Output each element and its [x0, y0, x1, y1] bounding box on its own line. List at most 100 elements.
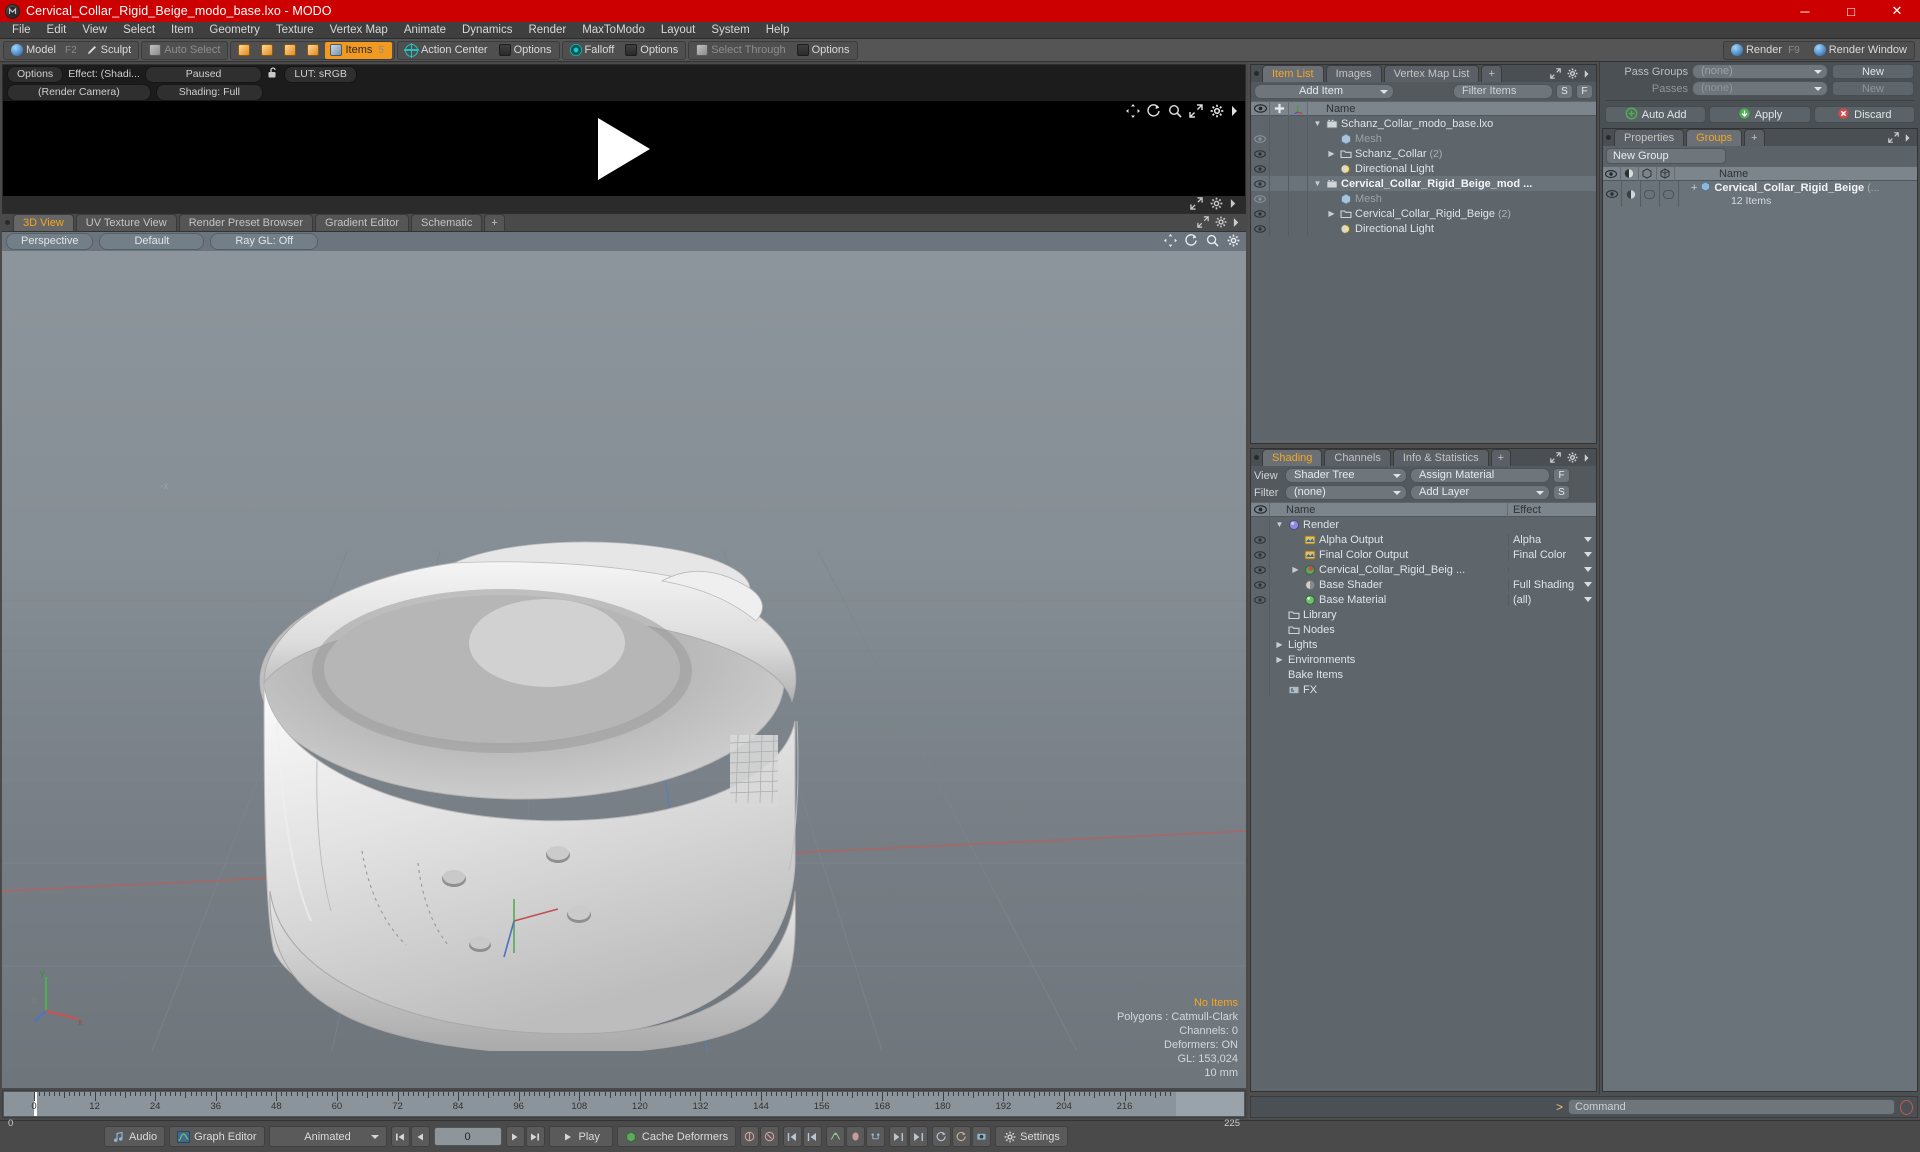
menu-item[interactable]: Item: [163, 22, 201, 39]
item-list-row[interactable]: ▼ Schanz_Collar_modo_base.lxo: [1251, 116, 1596, 131]
tab-add[interactable]: +: [484, 214, 505, 231]
menu-maxtomodo[interactable]: MaxToModo: [574, 22, 653, 39]
item-list-row[interactable]: Mesh: [1251, 191, 1596, 206]
shading-row-effect-cell[interactable]: Full Shading: [1507, 578, 1596, 591]
gear-icon-viewport[interactable]: [1227, 234, 1240, 250]
tab-item-list-add[interactable]: +: [1481, 65, 1502, 82]
render-camera-button[interactable]: (Render Camera): [7, 83, 151, 101]
item-list-lock-cell[interactable]: [1270, 206, 1289, 221]
groups-rows[interactable]: + Cervical_Collar_Rigid_Beige (... 12 It…: [1602, 181, 1917, 1091]
discard-button[interactable]: Discard: [1813, 106, 1915, 123]
shader-tree-dropdown[interactable]: Shader Tree: [1285, 468, 1407, 483]
twisty-closed-icon[interactable]: ▶: [1326, 149, 1337, 158]
tab-channels[interactable]: Channels: [1324, 449, 1391, 466]
item-list-row[interactable]: Directional Light: [1251, 161, 1596, 176]
edges-mode-button[interactable]: [256, 42, 278, 59]
menu-animate[interactable]: Animate: [396, 22, 454, 39]
gear-icon-item-list[interactable]: [1567, 68, 1578, 82]
command-input[interactable]: Command: [1568, 1099, 1895, 1115]
fit-icon[interactable]: [1189, 104, 1203, 118]
item-list-lock-cell[interactable]: [1270, 191, 1289, 206]
item-list-lock-cell[interactable]: [1270, 221, 1289, 236]
group-expand-icon[interactable]: +: [1691, 182, 1697, 194]
chevron-down-icon[interactable]: [1583, 582, 1592, 587]
shading-panel-dot[interactable]: [1251, 449, 1262, 466]
group-row-shading-icon[interactable]: [1622, 181, 1641, 207]
item-list-axis-cell[interactable]: [1289, 206, 1308, 221]
render-button[interactable]: Render F9: [1726, 42, 1808, 59]
rotate-icon[interactable]: [1147, 104, 1161, 118]
shading-tree-row[interactable]: Nodes: [1251, 622, 1596, 637]
record-icon[interactable]: [1900, 1099, 1913, 1115]
menu-layout[interactable]: Layout: [653, 22, 704, 39]
chevron-right-icon[interactable]: [1231, 105, 1239, 117]
gear-icon-pane[interactable]: [1215, 216, 1227, 231]
twisty-closed-icon[interactable]: ▶: [1326, 209, 1337, 218]
render-effect-label[interactable]: Effect: (Shadi...: [68, 68, 140, 80]
tab-groups-add[interactable]: +: [1744, 129, 1765, 146]
unlock-icon[interactable]: [267, 66, 279, 82]
item-list-row[interactable]: ▼ Cervical_Collar_Rigid_Beige_mod ...: [1251, 176, 1596, 191]
gear-icon[interactable]: [1210, 104, 1224, 118]
visibility-toggle-icon[interactable]: [1251, 131, 1270, 146]
shading-tree-row[interactable]: Alpha Output Alpha: [1251, 532, 1596, 547]
chevron-down-icon[interactable]: [1583, 597, 1592, 602]
model-mode-button[interactable]: Model: [6, 42, 61, 59]
render-shading-button[interactable]: Shading: Full: [155, 83, 263, 101]
action-center-options-button[interactable]: Options: [494, 42, 557, 59]
timeline-ruler-pane[interactable]: 0 12 24 36 48 60 72 84 96 108 120 132 144 156 168 180 19…: [2, 1090, 1246, 1129]
animated-dropdown[interactable]: Animated: [268, 1126, 387, 1147]
tab-item-list[interactable]: Item List: [1262, 65, 1324, 82]
shading-row-effect-cell[interactable]: [1507, 567, 1596, 572]
lut-button[interactable]: LUT: sRGB: [284, 65, 357, 83]
zoom-icon[interactable]: [1168, 104, 1182, 118]
visibility-toggle-icon[interactable]: [1251, 592, 1270, 607]
menu-view[interactable]: View: [74, 22, 115, 39]
tab-uv-texture-view[interactable]: UV Texture View: [75, 214, 177, 231]
chevron-down-icon[interactable]: [1583, 552, 1592, 557]
item-list-axis-cell[interactable]: [1289, 161, 1308, 176]
render-play-icon[interactable]: [598, 117, 650, 180]
item-list-panel-dot[interactable]: [1251, 65, 1262, 82]
maximize-icon-item-list[interactable]: [1550, 68, 1561, 82]
visibility-toggle-icon[interactable]: [1251, 577, 1270, 592]
shading-tree-row[interactable]: Final Color Output Final Color: [1251, 547, 1596, 562]
tab-properties[interactable]: Properties: [1613, 129, 1685, 146]
gear-icon-shading[interactable]: [1567, 452, 1578, 466]
vertices-mode-button[interactable]: [233, 42, 255, 59]
shading-tree-row[interactable]: Library: [1251, 607, 1596, 622]
chevron-right-icon-pane[interactable]: [1233, 217, 1240, 231]
twisty-open-icon[interactable]: ▼: [1312, 119, 1323, 128]
shading-row-effect-cell[interactable]: Final Color: [1507, 548, 1596, 561]
item-list-s-button[interactable]: S: [1555, 84, 1573, 99]
shading-tree-row[interactable]: FX: [1251, 682, 1596, 697]
menu-select[interactable]: Select: [115, 22, 163, 39]
filter-items-input[interactable]: Filter Items: [1452, 84, 1553, 99]
menu-dynamics[interactable]: Dynamics: [454, 22, 520, 39]
close-button[interactable]: ✕: [1874, 0, 1920, 22]
auto-select-button[interactable]: Auto Select: [144, 42, 225, 59]
item-list-lock-cell[interactable]: [1270, 131, 1289, 146]
menu-render[interactable]: Render: [520, 22, 574, 39]
item-list-lock-cell[interactable]: [1270, 146, 1289, 161]
rotate-icon-viewport[interactable]: [1185, 234, 1198, 250]
group-row-solid-toggle[interactable]: [1660, 181, 1679, 207]
item-list-row[interactable]: Directional Light: [1251, 221, 1596, 236]
pan-icon-viewport[interactable]: [1164, 234, 1177, 250]
add-layer-dropdown[interactable]: Add Layer: [1410, 485, 1550, 500]
auto-add-button[interactable]: Auto Add: [1604, 106, 1707, 123]
visibility-toggle-icon[interactable]: [1251, 206, 1270, 221]
falloff-button[interactable]: Falloff: [565, 42, 620, 59]
item-list-rows[interactable]: ▼ Schanz_Collar_modo_base.lxo Mesh ▶ Schanz_…: [1251, 116, 1596, 443]
tab-groups[interactable]: Groups: [1686, 129, 1743, 146]
render-paused-button[interactable]: Paused: [144, 65, 263, 83]
item-list-axis-cell[interactable]: [1289, 146, 1308, 161]
tab-info-statistics[interactable]: Info & Statistics: [1392, 449, 1489, 466]
maximize-icon-shading[interactable]: [1550, 452, 1561, 466]
passes-new-button[interactable]: New: [1832, 81, 1914, 96]
zoom-icon-viewport[interactable]: [1206, 234, 1219, 250]
viewport-3d-canvas[interactable]: y x z -x No Items Polygons : Catmull-Cla…: [2, 251, 1246, 1088]
item-list-axis-cell[interactable]: [1289, 176, 1308, 191]
tab-images[interactable]: Images: [1325, 65, 1382, 82]
timeline-range-start[interactable]: 0: [8, 1118, 13, 1131]
